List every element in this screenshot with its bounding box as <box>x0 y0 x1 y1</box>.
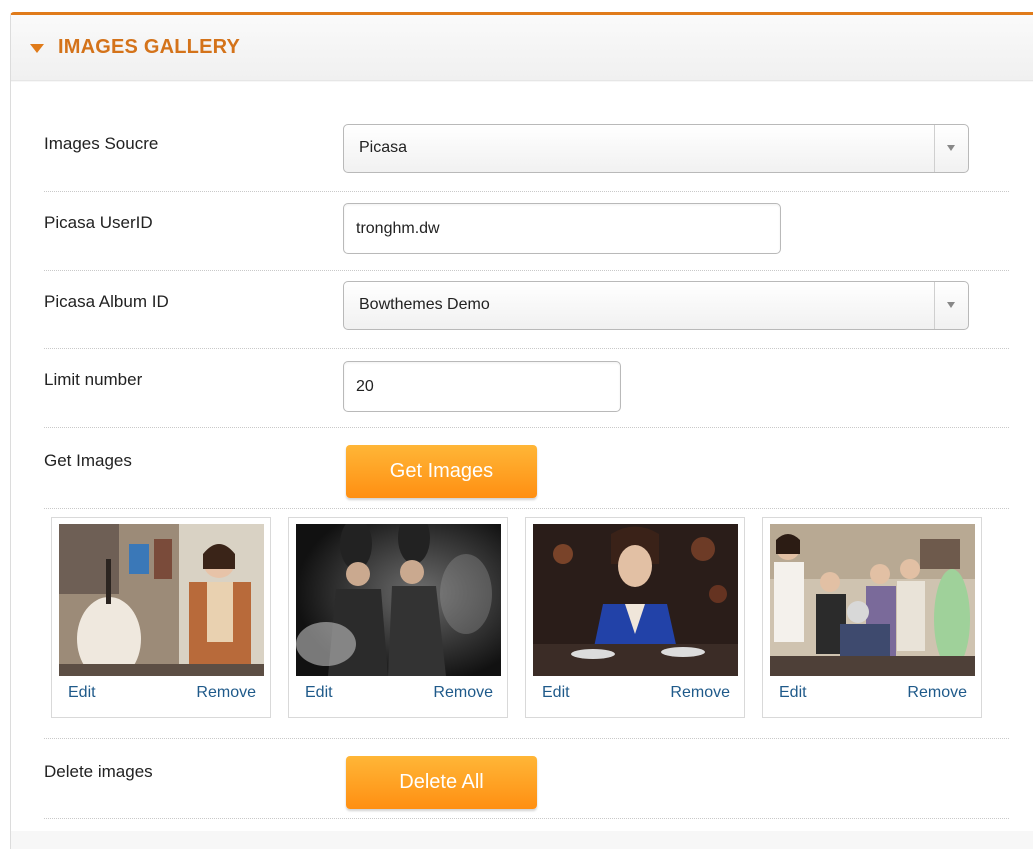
gallery-item: Edit Remove <box>525 517 745 718</box>
dropdown-button[interactable] <box>934 125 968 172</box>
get-images-label: Get Images <box>44 451 132 470</box>
chevron-down-icon <box>947 145 955 151</box>
picasa-album-select[interactable]: Bowthemes Demo <box>343 281 969 330</box>
delete-images-label: Delete images <box>44 762 153 781</box>
panel-title: IMAGES GALLERY <box>58 36 241 58</box>
picasa-album-value: Bowthemes Demo <box>359 296 490 313</box>
limit-number-input[interactable] <box>343 361 621 412</box>
panel-body: Images Soucre Picasa Picasa UserID Picas… <box>11 82 1033 831</box>
gallery-image[interactable] <box>296 524 501 676</box>
gallery-image[interactable] <box>59 524 264 676</box>
row-divider <box>44 427 1009 428</box>
gallery-item: Edit Remove <box>288 517 508 718</box>
row-divider <box>44 191 1009 192</box>
panel-header[interactable]: IMAGES GALLERY <box>11 15 1033 81</box>
gallery-image[interactable] <box>770 524 975 676</box>
images-source-label: Images Soucre <box>44 134 159 153</box>
row-divider <box>44 348 1009 349</box>
edit-image-link[interactable]: Edit <box>68 684 96 702</box>
gallery-image[interactable] <box>533 524 738 676</box>
edit-image-link[interactable]: Edit <box>779 684 807 702</box>
collapse-caret-icon[interactable] <box>30 44 44 53</box>
limit-number-label: Limit number <box>44 370 143 389</box>
chevron-down-icon <box>947 302 955 308</box>
row-divider <box>44 738 1009 739</box>
delete-all-button[interactable]: Delete All <box>346 756 537 809</box>
remove-image-link[interactable]: Remove <box>670 684 730 702</box>
row-divider <box>44 270 1009 271</box>
row-divider <box>44 818 1009 819</box>
get-images-button[interactable]: Get Images <box>346 445 537 498</box>
row-divider <box>44 508 1009 509</box>
remove-image-link[interactable]: Remove <box>907 684 967 702</box>
images-source-value: Picasa <box>359 139 408 156</box>
picasa-userid-input[interactable] <box>343 203 781 254</box>
edit-image-link[interactable]: Edit <box>305 684 333 702</box>
remove-image-link[interactable]: Remove <box>433 684 493 702</box>
gallery-item: Edit Remove <box>51 517 271 718</box>
dropdown-button[interactable] <box>934 282 968 329</box>
images-source-select[interactable]: Picasa <box>343 124 969 173</box>
picasa-userid-label: Picasa UserID <box>44 213 153 232</box>
edit-image-link[interactable]: Edit <box>542 684 570 702</box>
gallery-item: Edit Remove <box>762 517 982 718</box>
remove-image-link[interactable]: Remove <box>196 684 256 702</box>
picasa-album-label: Picasa Album ID <box>44 292 169 311</box>
images-gallery-panel: IMAGES GALLERY Images Soucre Picasa Pica… <box>10 12 1033 849</box>
